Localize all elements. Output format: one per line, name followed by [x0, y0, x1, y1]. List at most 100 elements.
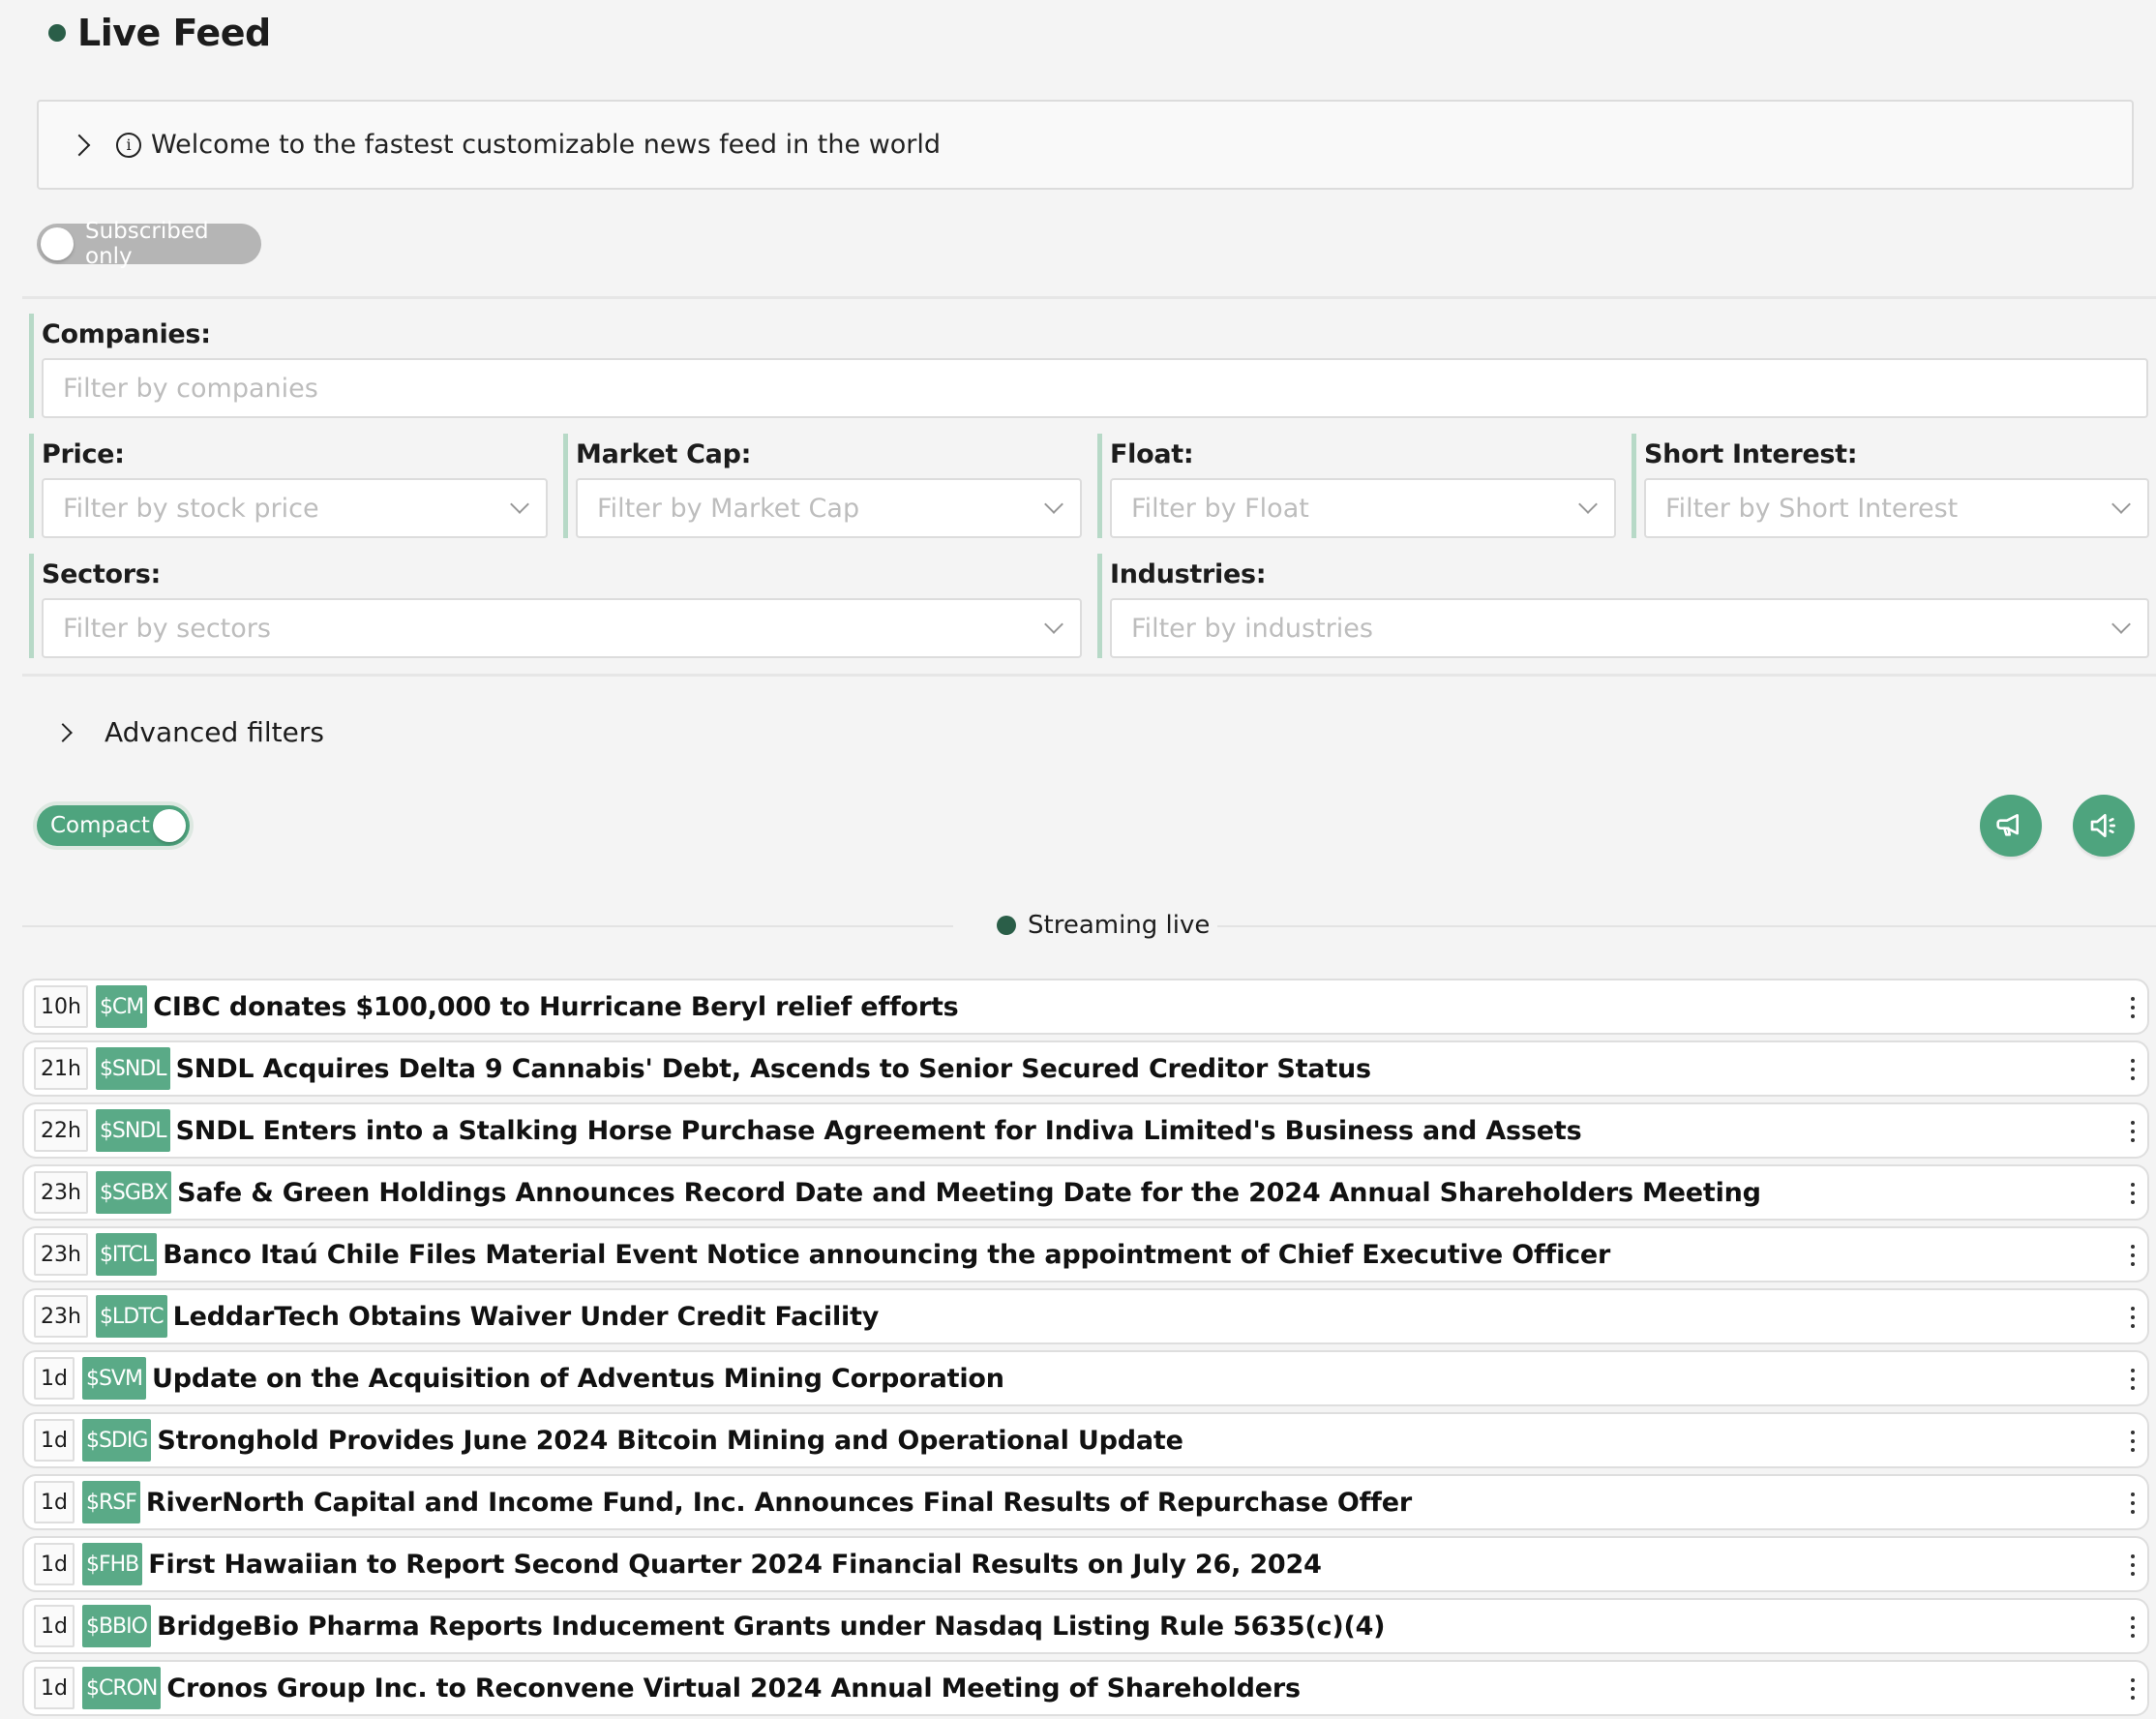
news-row[interactable]: 21h $SNDL SNDL Acquires Delta 9 Cannabis' …	[22, 1040, 2149, 1097]
more-options-icon[interactable]	[2130, 1121, 2136, 1142]
ticker-badge[interactable]: $SGBX	[95, 1171, 172, 1214]
more-options-icon[interactable]	[2130, 1307, 2136, 1328]
ticker-badge[interactable]: $LDTC	[95, 1295, 167, 1338]
welcome-panel[interactable]: i Welcome to the fastest customizable ne…	[37, 100, 2134, 190]
filter-industries: Industries: Filter by industries	[1097, 554, 2149, 658]
chevron-right-icon[interactable]	[68, 134, 91, 156]
sectors-select[interactable]: Filter by sectors	[42, 598, 1082, 658]
news-row[interactable]: 22h $SNDL SNDL Enters into a Stalking Hors…	[22, 1102, 2149, 1159]
news-time: 1d	[34, 1481, 75, 1523]
ticker-badge[interactable]: $CM	[95, 985, 148, 1028]
more-options-icon[interactable]	[2130, 1183, 2136, 1204]
news-row[interactable]: 23h $ITCL Banco Itaú Chile Files Material …	[22, 1226, 2149, 1282]
more-options-icon[interactable]	[2130, 1369, 2136, 1390]
speaker-icon	[2090, 814, 2115, 837]
news-time: 10h	[34, 985, 88, 1028]
news-headline[interactable]: First Hawaiian to Report Second Quarter …	[148, 1550, 1322, 1580]
ticker-badge[interactable]: $CRON	[81, 1667, 162, 1709]
float-select[interactable]: Filter by Float	[1110, 478, 1616, 538]
divider	[22, 925, 953, 927]
news-time: 22h	[34, 1109, 88, 1152]
news-headline[interactable]: Safe & Green Holdings Announces Record D…	[177, 1178, 1761, 1208]
ticker-badge[interactable]: $FHB	[81, 1543, 143, 1585]
chevron-down-icon	[510, 495, 529, 514]
live-status-dot	[48, 24, 66, 42]
filter-short-interest: Short Interest: Filter by Short Interest	[1632, 434, 2149, 538]
ticker-badge[interactable]: $SDIG	[81, 1419, 152, 1462]
filter-companies: Companies: Filter by companies	[29, 314, 2148, 418]
news-row[interactable]: 1d $SDIG Stronghold Provides June 2024 Bit…	[22, 1412, 2149, 1468]
filter-market-cap: Market Cap: Filter by Market Cap	[563, 434, 1082, 538]
toggle-knob	[41, 227, 74, 260]
news-headline[interactable]: Stronghold Provides June 2024 Bitcoin Mi…	[157, 1426, 1183, 1456]
page-title-text: Live Feed	[77, 12, 271, 54]
news-row[interactable]: 1d $FHB First Hawaiian to Report Second Qu…	[22, 1536, 2149, 1592]
news-row[interactable]: 1d $CRON Cronos Group Inc. to Reconvene Vi…	[22, 1660, 2149, 1716]
more-options-icon[interactable]	[2130, 1059, 2136, 1080]
ticker-badge[interactable]: $ITCL	[95, 1233, 158, 1276]
more-options-icon[interactable]	[2130, 1678, 2136, 1700]
companies-input[interactable]: Filter by companies	[42, 358, 2148, 418]
price-select[interactable]: Filter by stock price	[42, 478, 548, 538]
news-row[interactable]: 1d $RSF RiverNorth Capital and Income Fund…	[22, 1474, 2149, 1530]
news-headline[interactable]: BridgeBio Pharma Reports Inducement Gran…	[157, 1612, 1386, 1642]
ticker-badge[interactable]: $SVM	[81, 1357, 146, 1400]
streaming-label: Streaming live	[997, 906, 1210, 945]
more-options-icon[interactable]	[2130, 1431, 2136, 1452]
market-cap-select[interactable]: Filter by Market Cap	[576, 478, 1082, 538]
advanced-filters-toggle[interactable]: Advanced filters	[53, 716, 324, 748]
placeholder: Filter by industries	[1131, 613, 1373, 644]
news-row[interactable]: 1d $SVM Update on the Acquisition of Adven…	[22, 1350, 2149, 1406]
news-time: 1d	[34, 1667, 75, 1709]
sound-button[interactable]	[2073, 795, 2135, 857]
ticker-badge[interactable]: $RSF	[81, 1481, 140, 1523]
placeholder: Filter by stock price	[63, 493, 319, 524]
chevron-down-icon	[2111, 615, 2131, 634]
ticker-badge[interactable]: $BBIO	[81, 1605, 151, 1647]
placeholder: Filter by Float	[1131, 493, 1309, 524]
more-options-icon[interactable]	[2130, 1616, 2136, 1638]
placeholder: Filter by sectors	[63, 613, 271, 644]
news-time: 23h	[34, 1295, 88, 1338]
compact-toggle[interactable]: Compact	[37, 805, 190, 846]
advanced-filters-label: Advanced filters	[105, 716, 324, 748]
filter-label: Short Interest:	[1644, 439, 1858, 469]
news-row[interactable]: 23h $SGBX Safe & Green Holdings Announces …	[22, 1164, 2149, 1221]
news-time: 23h	[34, 1233, 88, 1276]
news-headline[interactable]: Banco Itaú Chile Files Material Event No…	[163, 1240, 1610, 1270]
chevron-down-icon	[1578, 495, 1598, 514]
news-headline[interactable]: Update on the Acquisition of Adventus Mi…	[152, 1364, 1004, 1394]
industries-select[interactable]: Filter by industries	[1110, 598, 2149, 658]
more-options-icon[interactable]	[2130, 997, 2136, 1018]
more-options-icon[interactable]	[2130, 1245, 2136, 1266]
news-headline[interactable]: SNDL Acquires Delta 9 Cannabis' Debt, As…	[176, 1054, 1372, 1084]
news-time: 1d	[34, 1605, 75, 1647]
divider	[1217, 925, 2156, 927]
news-row[interactable]: 23h $LDTC LeddarTech Obtains Waiver Under …	[22, 1288, 2149, 1344]
news-headline[interactable]: SNDL Enters into a Stalking Horse Purcha…	[176, 1116, 1582, 1146]
filter-label: Float:	[1110, 439, 1194, 469]
filter-label: Market Cap:	[576, 439, 752, 469]
more-options-icon[interactable]	[2130, 1554, 2136, 1576]
filter-label: Industries:	[1110, 559, 1267, 589]
streaming-status: Streaming live	[0, 906, 2156, 945]
news-row[interactable]: 10h $CM CIBC donates $100,000 to Hurricane…	[22, 979, 2149, 1035]
announcements-button[interactable]	[1980, 795, 2042, 857]
news-feed: 10h $CM CIBC donates $100,000 to Hurricane…	[22, 979, 2149, 1719]
placeholder: Filter by Market Cap	[597, 493, 860, 524]
news-headline[interactable]: CIBC donates $100,000 to Hurricane Beryl…	[153, 992, 958, 1022]
subscribed-only-label: Subscribed only	[85, 219, 209, 269]
news-headline[interactable]: LeddarTech Obtains Waiver Under Credit F…	[173, 1302, 880, 1332]
more-options-icon[interactable]	[2130, 1493, 2136, 1514]
short-interest-select[interactable]: Filter by Short Interest	[1644, 478, 2149, 538]
subscribed-only-toggle[interactable]: Subscribed only	[37, 219, 261, 269]
divider	[22, 296, 2156, 299]
info-icon: i	[116, 132, 141, 158]
news-headline[interactable]: Cronos Group Inc. to Reconvene Virtual 2…	[166, 1674, 1301, 1704]
news-row[interactable]: 1d $BBIO BridgeBio Pharma Reports Induceme…	[22, 1598, 2149, 1654]
filter-label: Sectors:	[42, 559, 162, 589]
ticker-badge[interactable]: $SNDL	[95, 1109, 170, 1152]
placeholder: Filter by companies	[63, 373, 318, 404]
news-headline[interactable]: RiverNorth Capital and Income Fund, Inc.…	[146, 1488, 1412, 1518]
ticker-badge[interactable]: $SNDL	[95, 1047, 170, 1090]
